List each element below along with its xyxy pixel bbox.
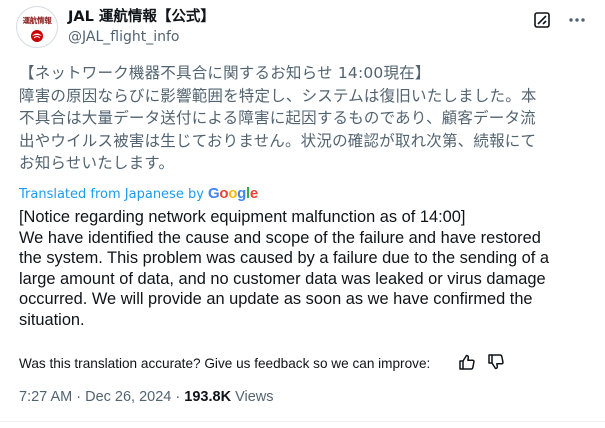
translation-feedback: Was this translation accurate? Give us f…: [19, 353, 519, 373]
meta-separator: ·: [175, 389, 181, 405]
author-names: JAL 運航情報【公式】 @JAL_flight_info: [68, 7, 215, 47]
handle[interactable]: @JAL_flight_info: [68, 27, 215, 47]
translation-line: [Notice regarding network equipment malf…: [19, 208, 466, 226]
more-icon[interactable]: [567, 11, 587, 29]
google-logo: Google: [208, 185, 258, 202]
translation-line: occurred. We will provide an update as s…: [19, 290, 533, 309]
original-text: 【ネットワーク機器不具合に関するお知らせ 14:00現在】 障害の原因ならびに影…: [19, 62, 591, 175]
jal-crane-logo-icon: [31, 30, 43, 42]
divider: [0, 421, 605, 422]
original-line: 【ネットワーク機器不具合に関するお知らせ 14:00現在】: [19, 64, 431, 82]
original-line: 出やウイルス被害は生じておりません。状況の確認が取れ次第、続報にて: [19, 131, 537, 150]
translated-by-label: Translated from Japanese by: [19, 187, 204, 202]
grok-icon[interactable]: [533, 11, 551, 29]
translation-line: We have identified the cause and scope o…: [19, 228, 541, 247]
avatar-text: 運航情報: [22, 16, 52, 25]
original-line: お知らせいたします。: [19, 154, 175, 172]
top-actions: [499, 10, 589, 30]
translation-line: the system. This problem was caused by a…: [19, 249, 549, 268]
views-count: 193.8K: [184, 389, 232, 405]
thumbs-down-icon[interactable]: [487, 353, 505, 371]
tweet-time[interactable]: 7:27 AM: [19, 389, 72, 405]
tweet-card: 運航情報 JAL 運航情報【公式】 @JAL_flight_info 【ネットワ…: [0, 0, 605, 428]
translated-by-link[interactable]: Translated from Japanese by Google: [19, 185, 258, 204]
translation-line: situation.: [19, 310, 85, 329]
views-label: Views: [235, 389, 274, 405]
avatar[interactable]: 運航情報: [16, 6, 58, 48]
feedback-prompt: Was this translation accurate? Give us f…: [19, 356, 431, 371]
tweet-date[interactable]: Dec 26, 2024: [85, 389, 171, 405]
translated-text: [Notice regarding network equipment malf…: [19, 207, 594, 331]
tweet-meta: 7:27 AM · Dec 26, 2024 · 193.8K Views: [19, 387, 274, 407]
thumbs-up-icon[interactable]: [458, 353, 476, 371]
original-line: 障害の原因ならびに影響範囲を特定し、システムは復旧いたしました。本: [19, 86, 537, 105]
display-name[interactable]: JAL 運航情報【公式】: [68, 7, 215, 27]
original-line: 不具合は大量データ送付による障害に起因するものであり、顧客データ流: [19, 109, 536, 127]
translation-line: large amount of data, and no customer da…: [19, 269, 546, 288]
meta-separator: ·: [76, 389, 82, 405]
tweet-header: 運航情報 JAL 運航情報【公式】 @JAL_flight_info: [16, 6, 589, 50]
